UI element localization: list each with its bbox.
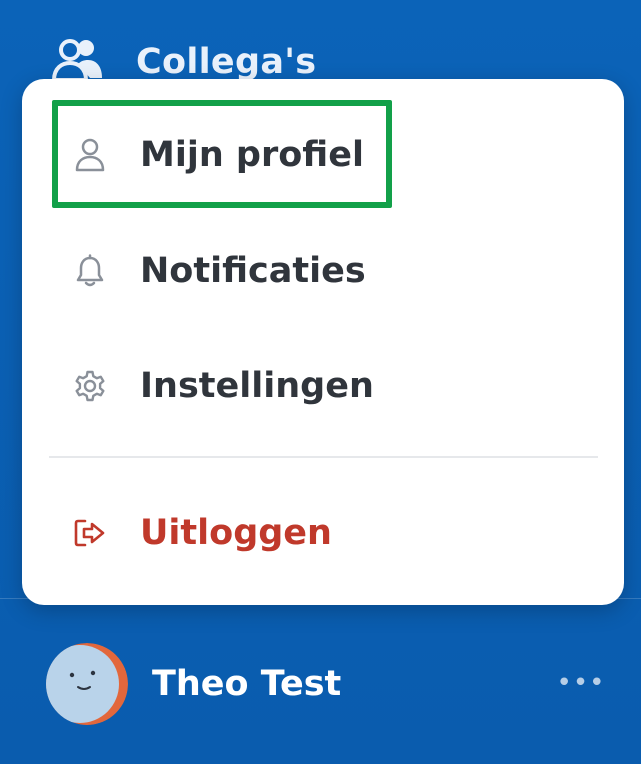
- menu-item-label: Uitloggen: [140, 513, 332, 553]
- menu-item-label: Instellingen: [140, 366, 374, 406]
- bell-icon: [72, 253, 108, 289]
- user-name: Theo Test: [152, 664, 342, 704]
- menu-divider: [49, 456, 598, 458]
- avatar[interactable]: [46, 643, 128, 725]
- ellipsis-icon: •••: [556, 668, 606, 698]
- logout-icon: [72, 515, 108, 551]
- menu-item-notifications[interactable]: Notificaties: [22, 231, 624, 311]
- nav-item-label: Collega's: [136, 42, 317, 82]
- menu-item-settings[interactable]: Instellingen: [22, 346, 624, 426]
- menu-item-logout[interactable]: Uitloggen: [22, 493, 624, 573]
- user-menu: Mijn profiel Notificaties Instellingen U…: [22, 79, 624, 605]
- user-icon: [72, 137, 108, 173]
- menu-item-label: Notificaties: [140, 251, 366, 291]
- menu-item-label: Mijn profiel: [140, 135, 364, 175]
- menu-item-my-profile[interactable]: Mijn profiel: [22, 115, 624, 195]
- user-account[interactable]: Theo Test: [46, 642, 341, 726]
- gear-icon: [72, 368, 108, 404]
- more-options-button[interactable]: •••: [556, 668, 606, 698]
